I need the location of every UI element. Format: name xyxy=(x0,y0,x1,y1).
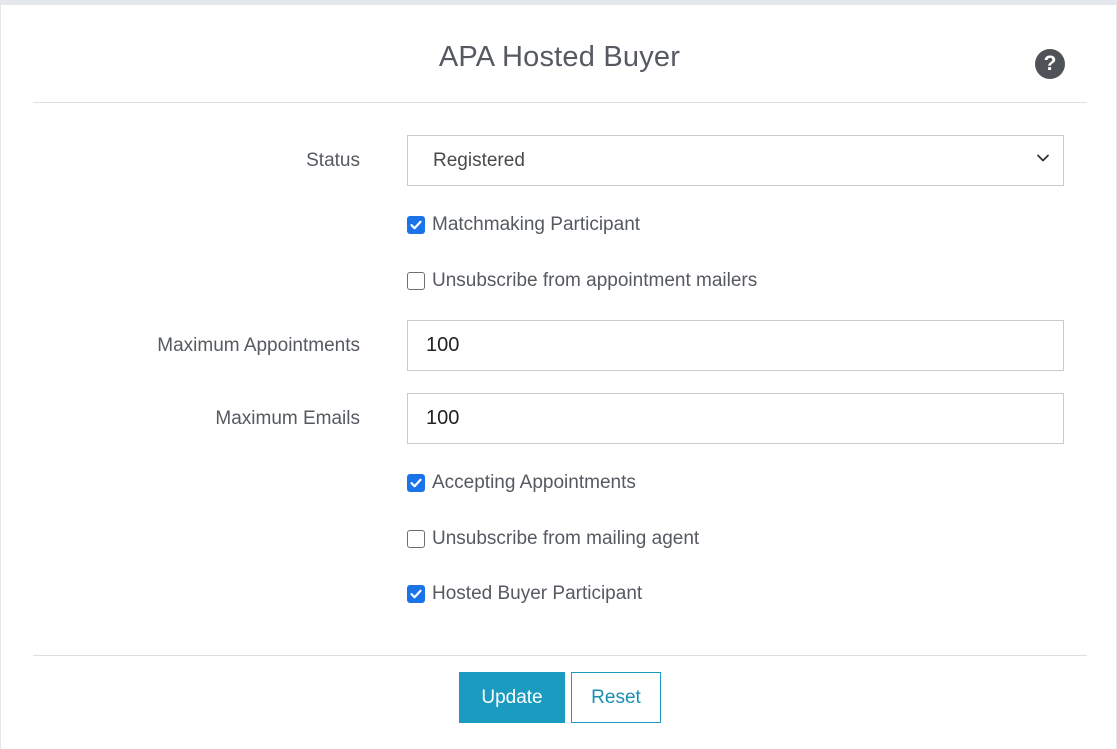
check-icon xyxy=(410,478,422,488)
unsubscribe-mailing-checkbox[interactable] xyxy=(407,530,425,548)
page-title: APA Hosted Buyer xyxy=(438,41,681,73)
matchmaking-label: Matchmaking Participant xyxy=(432,214,641,235)
hosted-buyer-checkbox[interactable] xyxy=(407,585,425,603)
unsubscribe-mailing-label: Unsubscribe from mailing agent xyxy=(432,528,700,549)
max-appointments-input[interactable] xyxy=(407,320,1064,371)
status-label: Status xyxy=(306,150,360,171)
accepting-appointments-checkbox[interactable] xyxy=(407,474,425,492)
unsubscribe-appointment-label: Unsubscribe from appointment mailers xyxy=(432,270,758,291)
status-select[interactable]: Registered xyxy=(407,135,1064,186)
status-selected-value: Registered xyxy=(433,150,525,171)
unsubscribe-appointment-checkbox[interactable] xyxy=(407,272,425,290)
form-panel: APA Hosted Buyer ? Status Registered Mat… xyxy=(0,0,1117,749)
reset-button[interactable]: Reset xyxy=(571,672,661,723)
chevron-down-icon xyxy=(1037,154,1049,162)
max-emails-input[interactable] xyxy=(407,393,1064,444)
max-emails-label: Maximum Emails xyxy=(215,408,360,429)
check-icon xyxy=(410,220,422,230)
accepting-appointments-label: Accepting Appointments xyxy=(432,472,636,493)
update-button[interactable]: Update xyxy=(459,672,565,723)
header-divider xyxy=(33,102,1087,103)
matchmaking-checkbox[interactable] xyxy=(407,216,425,234)
footer-divider xyxy=(33,655,1087,656)
hosted-buyer-label: Hosted Buyer Participant xyxy=(432,583,643,604)
help-icon[interactable]: ? xyxy=(1035,49,1065,79)
max-appointments-label: Maximum Appointments xyxy=(157,335,360,356)
check-icon xyxy=(410,589,422,599)
